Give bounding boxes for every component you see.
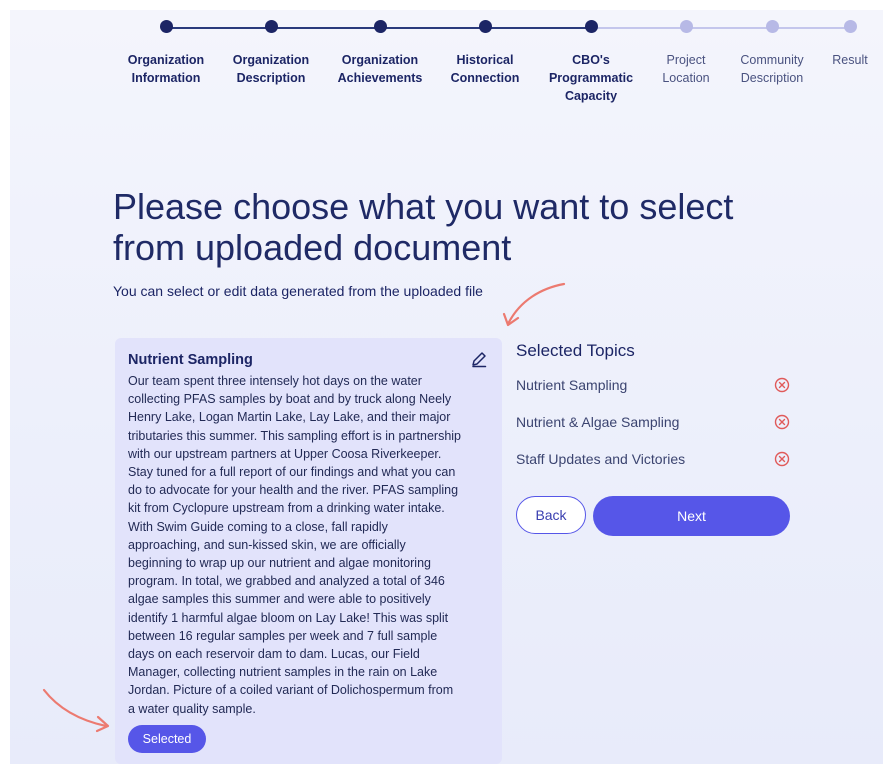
step-dot (373, 20, 387, 33)
step-label: Organization Information (127, 53, 205, 85)
topic-label: Nutrient & Algae Sampling (516, 414, 680, 430)
annotation-arrow-icon (502, 282, 566, 327)
step-organization-achievements[interactable]: Organization Achievements (325, 20, 435, 87)
step-label: Historical Connection (450, 53, 520, 85)
topic-label: Staff Updates and Victories (516, 451, 686, 467)
step-result[interactable]: Result (820, 20, 880, 69)
step-organization-description[interactable]: Organization Description (216, 20, 326, 87)
progress-stepper: Organization Information Organization De… (10, 10, 883, 120)
step-label: Result (832, 53, 868, 67)
page-frame: Organization Information Organization De… (10, 10, 883, 764)
topic-item: Staff Updates and Victories (516, 449, 790, 471)
step-label: Project Location (662, 53, 710, 85)
step-label: Organization Achievements (337, 53, 423, 85)
close-circle-icon[interactable] (774, 414, 790, 430)
page-subtitle: You can select or edit data generated fr… (113, 283, 483, 299)
step-dot (159, 20, 173, 33)
step-dot (584, 20, 598, 33)
step-label: Organization Description (232, 53, 310, 85)
topic-label: Nutrient Sampling (516, 377, 628, 393)
document-excerpt-card[interactable]: Nutrient Sampling Our team spent three i… (115, 338, 502, 764)
topic-item: Nutrient & Algae Sampling (516, 412, 790, 434)
selected-button[interactable]: Selected (128, 725, 206, 753)
step-historical-connection[interactable]: Historical Connection (430, 20, 540, 87)
selected-topics-heading: Selected Topics (516, 341, 635, 360)
close-circle-icon[interactable] (774, 451, 790, 467)
close-circle-icon[interactable] (774, 377, 790, 393)
next-button[interactable]: Next (593, 496, 790, 536)
pencil-icon[interactable] (470, 350, 488, 368)
step-label: CBO's Programmatic Capacity (548, 53, 634, 103)
page-title: Please choose what you want to select fr… (113, 186, 734, 268)
topic-item: Nutrient Sampling (516, 375, 790, 397)
annotation-arrow-icon (42, 688, 110, 733)
step-dot (679, 20, 693, 33)
step-dot (765, 20, 779, 33)
card-title: Nutrient Sampling (128, 352, 253, 368)
step-community-description[interactable]: Community Description (717, 20, 827, 87)
step-dot (264, 20, 278, 33)
card-body-text: Our team spent three intensely hot days … (128, 374, 462, 716)
step-programmatic-capacity[interactable]: CBO's Programmatic Capacity (536, 20, 646, 105)
back-button[interactable]: Back (516, 496, 586, 534)
step-dot (843, 20, 857, 33)
step-organization-information[interactable]: Organization Information (111, 20, 221, 87)
step-label: Community Description (740, 53, 804, 85)
step-dot (478, 20, 492, 33)
